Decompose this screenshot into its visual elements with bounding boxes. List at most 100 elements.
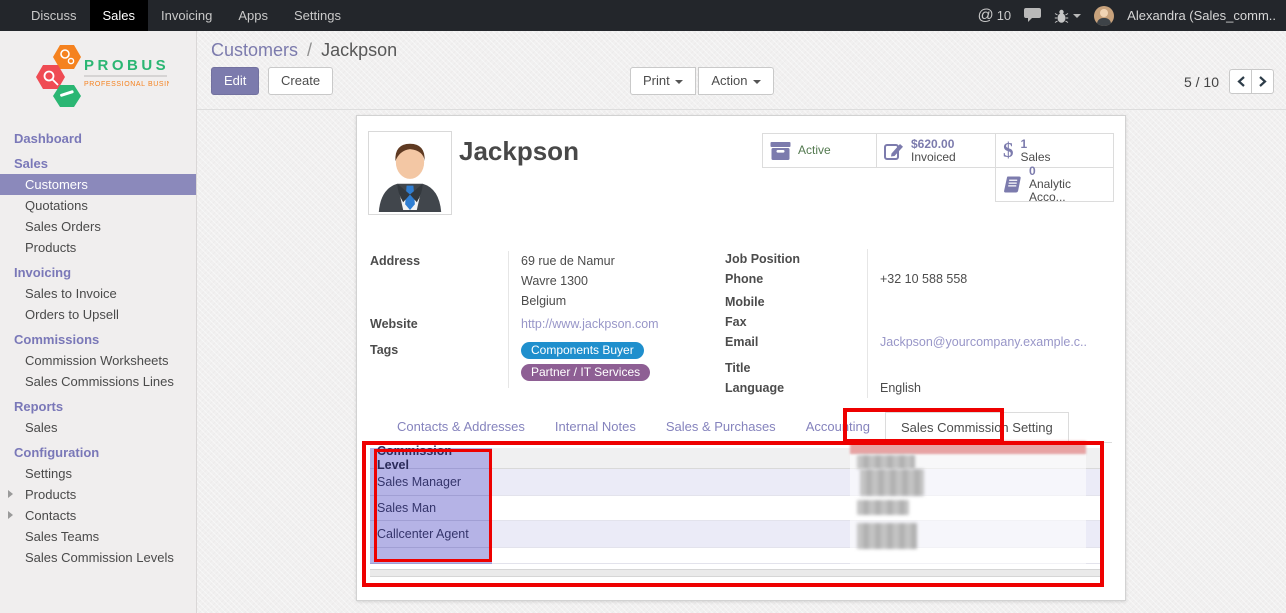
tab-contacts-addresses[interactable]: Contacts & Addresses [382, 412, 540, 442]
tab-sales-commission-setting[interactable]: Sales Commission Setting [885, 412, 1069, 443]
sidebar-item-config-contacts[interactable]: Contacts [0, 505, 196, 526]
top-nav-sales[interactable]: Sales [90, 0, 149, 31]
user-menu[interactable]: Alexandra (Sales_comm.. [1127, 8, 1276, 23]
print-button[interactable]: Print [630, 67, 696, 95]
chevron-right-icon [1259, 76, 1267, 87]
field-group-left: Address 69 rue de Namur Wavre 1300 Belgi… [370, 251, 716, 388]
chevron-left-icon [1237, 76, 1245, 87]
sidebar-item-commission-worksheets[interactable]: Commission Worksheets [0, 350, 196, 371]
record-name: Jackpson [459, 136, 579, 167]
sales-count-value: 1 [1021, 138, 1051, 151]
redacted-content [857, 523, 917, 549]
sidebar-item-customers[interactable]: Customers [0, 174, 196, 195]
caret-down-icon [675, 80, 683, 84]
analytic-accounts-stat-button[interactable]: 0 Analytic Acco... [995, 167, 1114, 202]
sidebar-item-reports-sales[interactable]: Sales [0, 417, 196, 438]
at-icon: @ [977, 7, 993, 25]
caret-down-icon [753, 80, 761, 84]
sales-stat-button[interactable]: $ 1 Sales [995, 133, 1114, 168]
notebook-tabs: Contacts & Addresses Internal Notes Sale… [370, 412, 1112, 443]
address-line-3: Belgium [521, 291, 716, 311]
address-label: Address [370, 251, 508, 311]
commission-level-cell[interactable]: Callcenter Agent [370, 521, 492, 548]
invoice-edit-icon [884, 141, 904, 161]
mentions-count: 10 [997, 8, 1011, 23]
top-nav-discuss[interactable]: Discuss [18, 0, 90, 31]
mentions-counter[interactable]: @ 10 [977, 7, 1011, 25]
pager: 5 / 10 [1184, 69, 1274, 94]
website-link[interactable]: http://www.jackpson.com [521, 317, 659, 331]
tag-partner-it-services[interactable]: Partner / IT Services [521, 364, 650, 381]
sidebar-item-sales-orders[interactable]: Sales Orders [0, 216, 196, 237]
invoiced-label: Invoiced [911, 151, 956, 164]
logo-title: PROBUSE [84, 57, 169, 74]
language-label: Language [725, 378, 867, 398]
create-button[interactable]: Create [268, 67, 333, 95]
title-label: Title [725, 352, 867, 378]
fax-label: Fax [725, 312, 867, 332]
sidebar-item-orders-to-upsell[interactable]: Orders to Upsell [0, 304, 196, 325]
address-value: 69 rue de Namur Wavre 1300 Belgium [508, 251, 716, 311]
sidebar-item-sales-commission-levels[interactable]: Sales Commission Levels [0, 547, 196, 568]
sidebar-item-sales-to-invoice[interactable]: Sales to Invoice [0, 283, 196, 304]
redacted-content [857, 455, 915, 469]
top-nav-invoicing[interactable]: Invoicing [148, 0, 225, 31]
probuse-logo: PROBUSE PROFESSIONAL BUSINESS [34, 43, 196, 112]
tab-accounting[interactable]: Accounting [791, 412, 885, 442]
print-label: Print [643, 73, 670, 88]
debug-bug-icon[interactable] [1054, 9, 1081, 23]
pager-next-button[interactable] [1251, 69, 1274, 94]
tags-label: Tags [370, 334, 508, 388]
breadcrumb-customers-link[interactable]: Customers [211, 40, 298, 60]
sidebar-section-invoicing[interactable]: Invoicing [0, 262, 196, 283]
caret-down-icon [1073, 14, 1081, 18]
sidebar-section-commissions[interactable]: Commissions [0, 329, 196, 350]
address-line-2: Wavre 1300 [521, 271, 716, 291]
sidebar-item-quotations[interactable]: Quotations [0, 195, 196, 216]
top-nav-apps[interactable]: Apps [225, 0, 281, 31]
expand-arrow-icon [8, 511, 13, 519]
active-stat-button[interactable]: Active [762, 133, 877, 168]
tab-sales-purchases[interactable]: Sales & Purchases [651, 412, 791, 442]
invoiced-stat-button[interactable]: $620.00 Invoiced [876, 133, 996, 168]
fax-value [867, 312, 1107, 332]
sidebar-section-configuration[interactable]: Configuration [0, 442, 196, 463]
pager-previous-button[interactable] [1229, 69, 1252, 94]
sidebar-item-products[interactable]: Products [0, 237, 196, 258]
sidebar-item-settings[interactable]: Settings [0, 463, 196, 484]
main-area: Customers / Jackpson Edit Create Print A… [197, 31, 1286, 613]
customer-photo[interactable] [368, 131, 452, 215]
pager-text: 5 / 10 [1184, 74, 1219, 90]
edit-button[interactable]: Edit [211, 67, 259, 95]
breadcrumb-current: Jackpson [321, 40, 397, 60]
commission-level-cell[interactable]: Sales Manager [370, 469, 492, 496]
analytic-book-icon [1003, 175, 1022, 194]
analytic-label: Analytic Acco... [1029, 178, 1106, 204]
sidebar-item-sales-teams[interactable]: Sales Teams [0, 526, 196, 547]
invoiced-value: $620.00 [911, 138, 956, 151]
phone-label: Phone [725, 269, 867, 289]
sidebar-item-sales-commissions-lines[interactable]: Sales Commissions Lines [0, 371, 196, 392]
expand-arrow-icon [8, 490, 13, 498]
commission-level-header[interactable]: Commission Level [370, 448, 492, 469]
email-link[interactable]: Jackpson@yourcompany.example.c.. [880, 335, 1087, 349]
commission-level-cell[interactable]: Sales Man [370, 496, 492, 521]
tab-internal-notes[interactable]: Internal Notes [540, 412, 651, 442]
user-avatar[interactable] [1094, 6, 1114, 26]
website-label: Website [370, 311, 508, 334]
sidebar: PROBUSE PROFESSIONAL BUSINESS Dashboard … [0, 31, 197, 613]
top-nav-settings[interactable]: Settings [281, 0, 354, 31]
sidebar-section-reports[interactable]: Reports [0, 396, 196, 417]
field-group-right: Job Position Phone +32 10 588 558 Mobile… [725, 249, 1107, 398]
archive-icon [770, 142, 791, 160]
sidebar-section-sales[interactable]: Sales [0, 153, 196, 174]
messages-icon[interactable] [1024, 8, 1041, 23]
tag-components-buyer[interactable]: Components Buyer [521, 342, 644, 359]
commission-level-cell-empty [370, 548, 492, 564]
job-position-label: Job Position [725, 249, 867, 269]
sidebar-section-dashboard[interactable]: Dashboard [0, 128, 196, 149]
action-label: Action [711, 73, 747, 88]
action-button[interactable]: Action [698, 67, 773, 95]
sidebar-item-label: Contacts [25, 508, 76, 523]
sidebar-item-config-products[interactable]: Products [0, 484, 196, 505]
